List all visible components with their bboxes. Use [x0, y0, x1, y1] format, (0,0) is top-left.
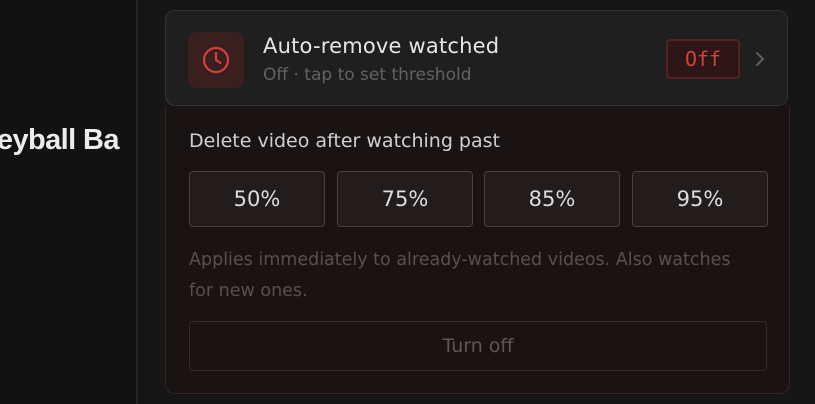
auto-remove-setting-row[interactable]: Auto-remove watched Off · tap to set thr…: [165, 10, 788, 106]
threshold-panel: Delete video after watching past 50% 75%…: [165, 106, 790, 394]
turn-off-button[interactable]: Turn off: [189, 321, 767, 371]
background-page: lleyball Ba: [0, 0, 137, 404]
threshold-option-85[interactable]: 85%: [484, 171, 620, 227]
threshold-option-50[interactable]: 50%: [189, 171, 325, 227]
background-video-title[interactable]: lleyball Ba: [0, 124, 119, 157]
threshold-label: Delete video after watching past: [189, 130, 500, 152]
app-root: lleyball Ba Auto-remove watched Off · ta…: [0, 0, 815, 404]
threshold-option-75[interactable]: 75%: [337, 171, 473, 227]
status-badge: Off: [666, 39, 740, 79]
threshold-option-95[interactable]: 95%: [632, 171, 768, 227]
threshold-note: Applies immediately to already-watched v…: [189, 250, 731, 301]
chevron-right-icon: [756, 52, 764, 66]
setting-title: Auto-remove watched: [263, 34, 500, 58]
setting-subtitle: Off · tap to set threshold: [263, 65, 472, 85]
clock-icon: [188, 32, 244, 88]
